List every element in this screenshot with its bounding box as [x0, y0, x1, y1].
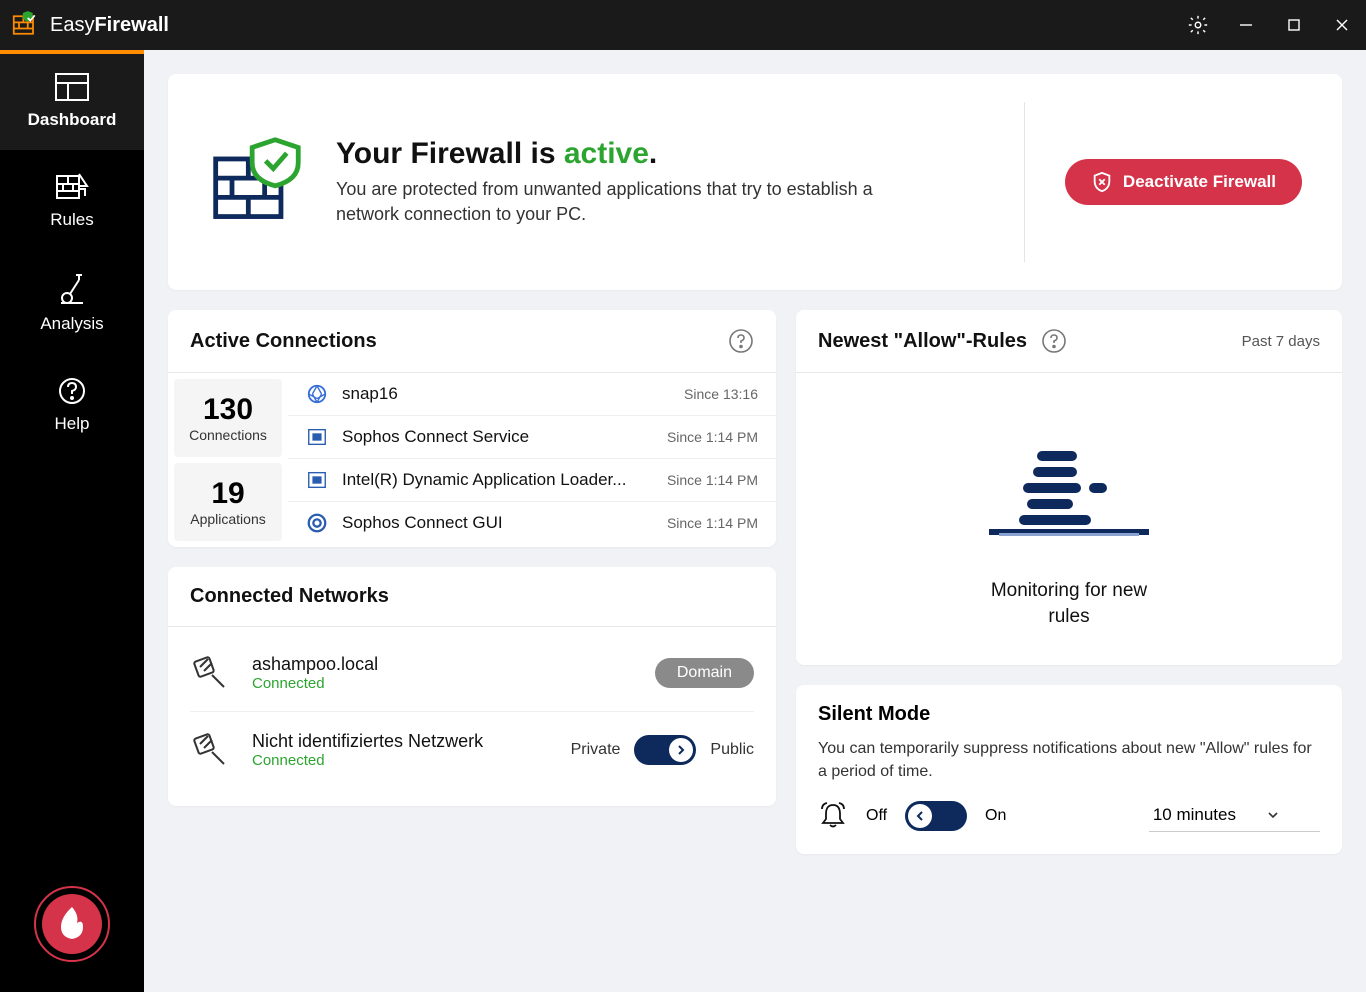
close-icon — [1335, 18, 1349, 32]
chevron-down-icon — [1266, 808, 1280, 822]
app-title: EasyFirewall — [50, 14, 169, 37]
help-icon — [57, 376, 87, 406]
sidebar-item-analysis[interactable]: Analysis — [0, 250, 144, 354]
title-bar: EasyFirewall — [0, 0, 1366, 50]
minimize-icon — [1239, 18, 1253, 32]
window-icon — [306, 469, 328, 491]
silent-duration-dropdown[interactable]: 10 minutes — [1149, 799, 1320, 832]
dashboard-icon — [54, 72, 90, 102]
analysis-icon — [57, 272, 87, 306]
maximize-button[interactable] — [1270, 0, 1318, 50]
card-title: Newest "Allow"-Rules — [818, 330, 1027, 353]
connection-row[interactable]: Intel(R) Dynamic Application Loader... S… — [288, 459, 776, 502]
connection-row[interactable]: Sophos Connect GUI Since 1:14 PM — [288, 502, 776, 544]
card-title: Active Connections — [190, 330, 377, 353]
date-range: Past 7 days — [1242, 333, 1320, 350]
silent-mode-toggle[interactable] — [905, 801, 967, 831]
nav-label: Dashboard — [28, 110, 117, 130]
network-row: ashampoo.local Connected Domain — [190, 635, 754, 712]
status-card: Your Firewall is active. You are protect… — [168, 74, 1342, 290]
chevron-right-icon — [674, 743, 688, 757]
deactivate-firewall-button[interactable]: Deactivate Firewall — [1065, 159, 1302, 205]
toggle-label-on: On — [985, 807, 1006, 825]
connection-row[interactable]: snap16 Since 13:16 — [288, 373, 776, 416]
sidebar-item-dashboard[interactable]: Dashboard — [0, 50, 144, 150]
connected-networks-card: Connected Networks ashampoo.local Connec… — [168, 567, 776, 806]
network-status: Connected — [252, 752, 549, 769]
network-profile-toggle[interactable] — [634, 735, 696, 765]
applications-count: 19 — [178, 477, 278, 511]
app-logo: EasyFirewall — [12, 11, 169, 39]
nav-label: Analysis — [40, 314, 103, 334]
help-icon[interactable] — [1041, 328, 1067, 354]
allow-rules-card: Newest "Allow"-Rules Past 7 days — [796, 310, 1342, 665]
rules-icon — [55, 172, 89, 202]
main-content: Your Firewall is active. You are protect… — [144, 50, 1366, 992]
aperture-icon — [306, 383, 328, 405]
connections-count: 130 — [178, 393, 278, 427]
connections-count-box: 130 Connections — [174, 379, 282, 457]
silent-mode-card: Silent Mode You can temporarily suppress… — [796, 685, 1342, 854]
monitoring-illustration-icon — [989, 433, 1149, 543]
close-button[interactable] — [1318, 0, 1366, 50]
network-adapter-icon — [190, 653, 230, 693]
card-title: Connected Networks — [190, 585, 389, 608]
status-subtitle: You are protected from unwanted applicat… — [336, 177, 936, 227]
toggle-label-public: Public — [710, 741, 754, 759]
card-title: Silent Mode — [818, 703, 1320, 726]
target-icon — [306, 512, 328, 534]
sidebar: Dashboard Rules Analysis Help — [0, 50, 144, 992]
network-name: ashampoo.local — [252, 654, 633, 675]
nav-label: Rules — [50, 210, 93, 230]
network-status: Connected — [252, 675, 633, 692]
silent-mode-description: You can temporarily suppress notificatio… — [818, 738, 1320, 783]
applications-count-box: 19 Applications — [174, 463, 282, 541]
nav-label: Help — [55, 414, 90, 434]
firewall-shield-icon — [208, 134, 304, 230]
active-connections-card: Active Connections 130 Connections 19 Ap… — [168, 310, 776, 547]
minimize-button[interactable] — [1222, 0, 1270, 50]
maximize-icon — [1287, 18, 1301, 32]
flame-button[interactable] — [33, 885, 111, 968]
settings-button[interactable] — [1174, 0, 1222, 50]
toggle-label-off: Off — [866, 807, 887, 825]
network-row: Nicht identifiziertes Netzwerk Connected… — [190, 712, 754, 788]
connection-row[interactable]: Sophos Connect Service Since 1:14 PM — [288, 416, 776, 459]
network-name: Nicht identifiziertes Netzwerk — [252, 731, 549, 752]
flame-icon — [33, 885, 111, 963]
shield-x-icon — [1091, 171, 1113, 193]
gear-icon — [1187, 14, 1209, 36]
connections-list: snap16 Since 13:16 Sophos Connect Servic… — [288, 373, 776, 547]
monitoring-message: Monitoring for new rules — [969, 578, 1169, 629]
chevron-left-icon — [913, 809, 927, 823]
sidebar-item-rules[interactable]: Rules — [0, 150, 144, 250]
toggle-label-private: Private — [571, 741, 621, 759]
network-adapter-icon — [190, 730, 230, 770]
firewall-logo-icon — [12, 11, 40, 39]
domain-badge: Domain — [655, 658, 754, 688]
bell-icon — [818, 801, 848, 831]
status-title: Your Firewall is active. — [336, 137, 936, 171]
window-icon — [306, 426, 328, 448]
sidebar-item-help[interactable]: Help — [0, 354, 144, 454]
help-icon[interactable] — [728, 328, 754, 354]
